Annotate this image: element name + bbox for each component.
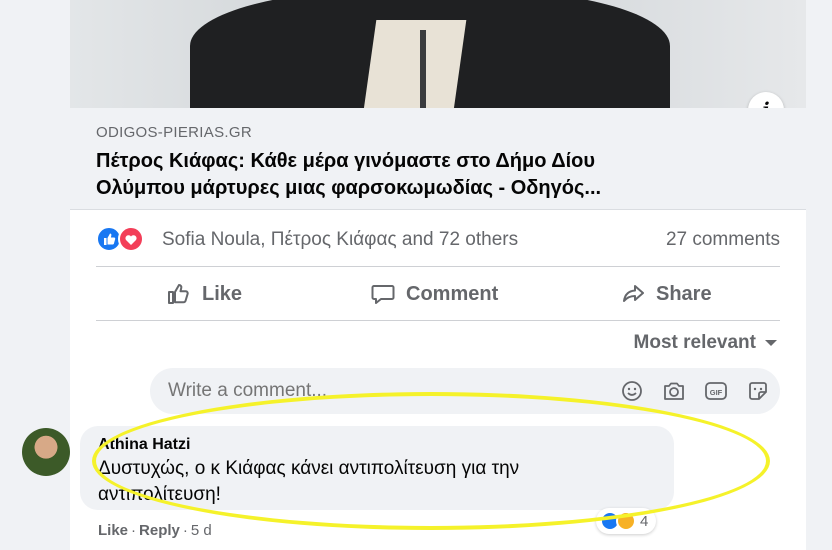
reaction-names[interactable]: Sofia Noula, Πέτρος Κιάφας and 72 others xyxy=(162,229,518,251)
comment-text: Δυστυχώς, ο κ Κιάφας κάνει αντιπολίτευση… xyxy=(98,456,656,508)
comment-text-line2: αντιπολίτευση! xyxy=(98,484,221,505)
link-title-line2: Ολύμπου μάρτυρες μιας φαρσοκωμωδίας - Οδ… xyxy=(96,177,602,199)
camera-icon[interactable] xyxy=(662,379,686,403)
divider-top xyxy=(96,266,780,267)
divider-bottom xyxy=(96,320,780,321)
emoji-icon[interactable] xyxy=(620,379,644,403)
gif-icon[interactable]: GIF xyxy=(704,379,728,403)
comment-count[interactable]: 27 comments xyxy=(666,229,780,251)
sort-label: Most relevant xyxy=(633,332,756,353)
comment-reactions[interactable]: 4 xyxy=(596,508,657,534)
comment-composer: GIF xyxy=(96,368,780,414)
comment-icon xyxy=(371,285,395,304)
separator-dot: · xyxy=(131,522,137,539)
caret-down-icon xyxy=(765,340,777,346)
reactions-summary: Sofia Noula, Πέτρος Κιάφας and 72 others… xyxy=(96,226,780,254)
comment-text-line1: Δυστυχώς, ο κ Κιάφας κάνει αντιπολίτευση… xyxy=(98,458,520,479)
share-button[interactable]: Share xyxy=(620,270,712,318)
haha-reaction-icon xyxy=(616,511,636,531)
love-reaction-icon xyxy=(118,226,144,252)
share-icon xyxy=(623,285,644,302)
avatar[interactable] xyxy=(22,428,70,476)
comment-item: Athina Hatzi Δυστυχώς, ο κ Κιάφας κάνει … xyxy=(22,426,722,550)
separator-dot: · xyxy=(182,522,188,539)
sort-dropdown[interactable]: Most relevant xyxy=(634,332,778,354)
thumbs-up-icon xyxy=(168,284,189,304)
link-domain: ODIGOS-PIERIAS.GR xyxy=(96,124,252,141)
composer-icons: GIF xyxy=(620,379,770,403)
like-button[interactable]: Like xyxy=(166,270,242,318)
comment-meta: Like · Reply · 5 d xyxy=(98,522,212,539)
comment-time[interactable]: 5 d xyxy=(191,522,212,539)
comment-author[interactable]: Athina Hatzi xyxy=(98,436,656,454)
comment-label: Comment xyxy=(406,282,499,305)
comment-button[interactable]: Comment xyxy=(370,270,498,318)
link-title-line1: Πέτρος Κιάφας: Κάθε μέρα γινόμαστε στο Δ… xyxy=(96,150,596,172)
comment-reaction-count: 4 xyxy=(640,512,649,530)
like-label: Like xyxy=(202,282,243,305)
link-title[interactable]: Πέτρος Κιάφας: Κάθε μέρα γινόμαστε στο Δ… xyxy=(96,148,786,202)
post-actions: Like Comment Share xyxy=(96,270,780,318)
sticker-icon[interactable] xyxy=(746,379,770,403)
reaction-icons[interactable] xyxy=(96,226,152,252)
link-preview-box[interactable]: ODIGOS-PIERIAS.GR Πέτρος Κιάφας: Κάθε μέ… xyxy=(70,108,806,210)
photo-zip xyxy=(420,30,426,108)
comment-bubble: Athina Hatzi Δυστυχώς, ο κ Κιάφας κάνει … xyxy=(80,426,674,510)
comment-like-link[interactable]: Like xyxy=(98,522,128,539)
svg-text:GIF: GIF xyxy=(710,388,723,397)
share-label: Share xyxy=(656,282,712,305)
link-preview-image[interactable] xyxy=(70,0,806,108)
photo-collar xyxy=(363,20,467,108)
comment-reply-link[interactable]: Reply xyxy=(139,522,180,539)
